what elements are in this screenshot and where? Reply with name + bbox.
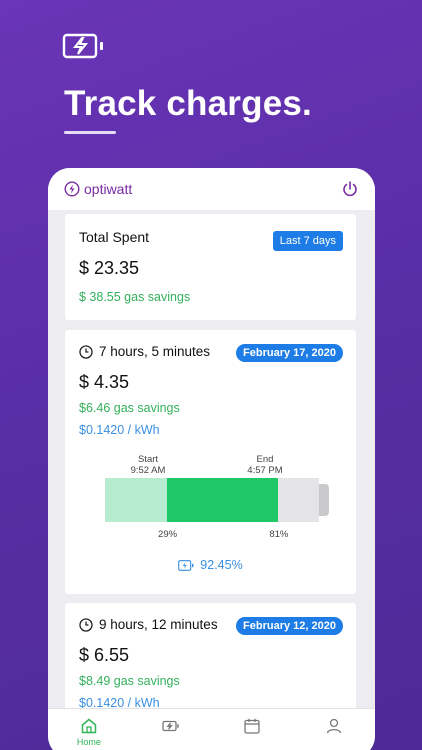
clock-icon xyxy=(79,344,93,359)
charge-efficiency: 92.45% xyxy=(65,558,356,572)
tab-profile[interactable] xyxy=(293,709,375,750)
start-label: Start xyxy=(137,454,159,465)
session-amount: $ 6.55 xyxy=(79,645,130,665)
calendar-icon xyxy=(244,718,261,734)
tab-charging[interactable] xyxy=(130,709,212,750)
power-icon[interactable] xyxy=(341,180,359,198)
end-percent: 81% xyxy=(269,529,289,540)
battery-charging-icon xyxy=(62,33,103,59)
bottom-tab-bar: Home xyxy=(48,708,375,750)
battery-charging-icon xyxy=(161,720,179,732)
charge-bar xyxy=(105,478,329,522)
total-savings: $ 38.55 gas savings xyxy=(79,290,191,304)
charge-bar-initial xyxy=(105,478,168,522)
total-spent-label: Total Spent xyxy=(79,229,150,245)
brand-name: optiwatt xyxy=(84,181,133,197)
session-date-badge: February 17, 2020 xyxy=(236,344,343,362)
start-time: 9:52 AM xyxy=(130,465,166,476)
battery-charging-icon xyxy=(178,559,194,571)
user-icon xyxy=(326,718,342,734)
session-amount: $ 4.35 xyxy=(79,372,130,392)
charge-bar-remaining xyxy=(278,478,319,522)
phone-screen: optiwatt Total Spent Last 7 days $ 23.35… xyxy=(48,168,375,750)
hero-title: Track charges. xyxy=(64,84,312,123)
range-button[interactable]: Last 7 days xyxy=(272,231,343,251)
total-amount: $ 23.35 xyxy=(79,258,140,278)
start-marker: Start 9:52 AM xyxy=(113,454,183,476)
start-percent: 29% xyxy=(158,529,178,540)
duration-text: 7 hours, 5 minutes xyxy=(99,344,211,359)
end-marker: End 4:57 PM xyxy=(230,454,300,476)
session-duration: 7 hours, 5 minutes xyxy=(79,344,210,359)
battery-terminal xyxy=(319,484,329,516)
end-label: End xyxy=(256,454,274,465)
session-rate: $0.1420 / kWh xyxy=(79,423,160,437)
tab-calendar[interactable] xyxy=(212,709,294,750)
bolt-circle-icon xyxy=(64,181,80,197)
session-card[interactable]: 7 hours, 5 minutes February 17, 2020 $ 4… xyxy=(65,330,356,594)
end-time: 4:57 PM xyxy=(247,465,283,476)
app-header: optiwatt xyxy=(48,168,375,210)
hero-underline xyxy=(64,131,116,134)
duration-text: 9 hours, 12 minutes xyxy=(99,617,218,632)
charge-bar-added xyxy=(167,478,279,522)
home-icon xyxy=(81,718,97,734)
tab-home[interactable]: Home xyxy=(48,709,130,750)
session-savings: $6.46 gas savings xyxy=(79,401,180,415)
clock-icon xyxy=(79,617,93,632)
brand-logo: optiwatt xyxy=(64,181,132,197)
efficiency-value: 92.45% xyxy=(200,558,243,572)
total-spent-card: Total Spent Last 7 days $ 23.35 $ 38.55 … xyxy=(65,214,356,320)
tab-home-label: Home xyxy=(76,737,101,747)
session-date-badge: February 12, 2020 xyxy=(236,617,343,635)
session-savings: $8.49 gas savings xyxy=(79,674,180,688)
session-duration: 9 hours, 12 minutes xyxy=(79,617,218,632)
